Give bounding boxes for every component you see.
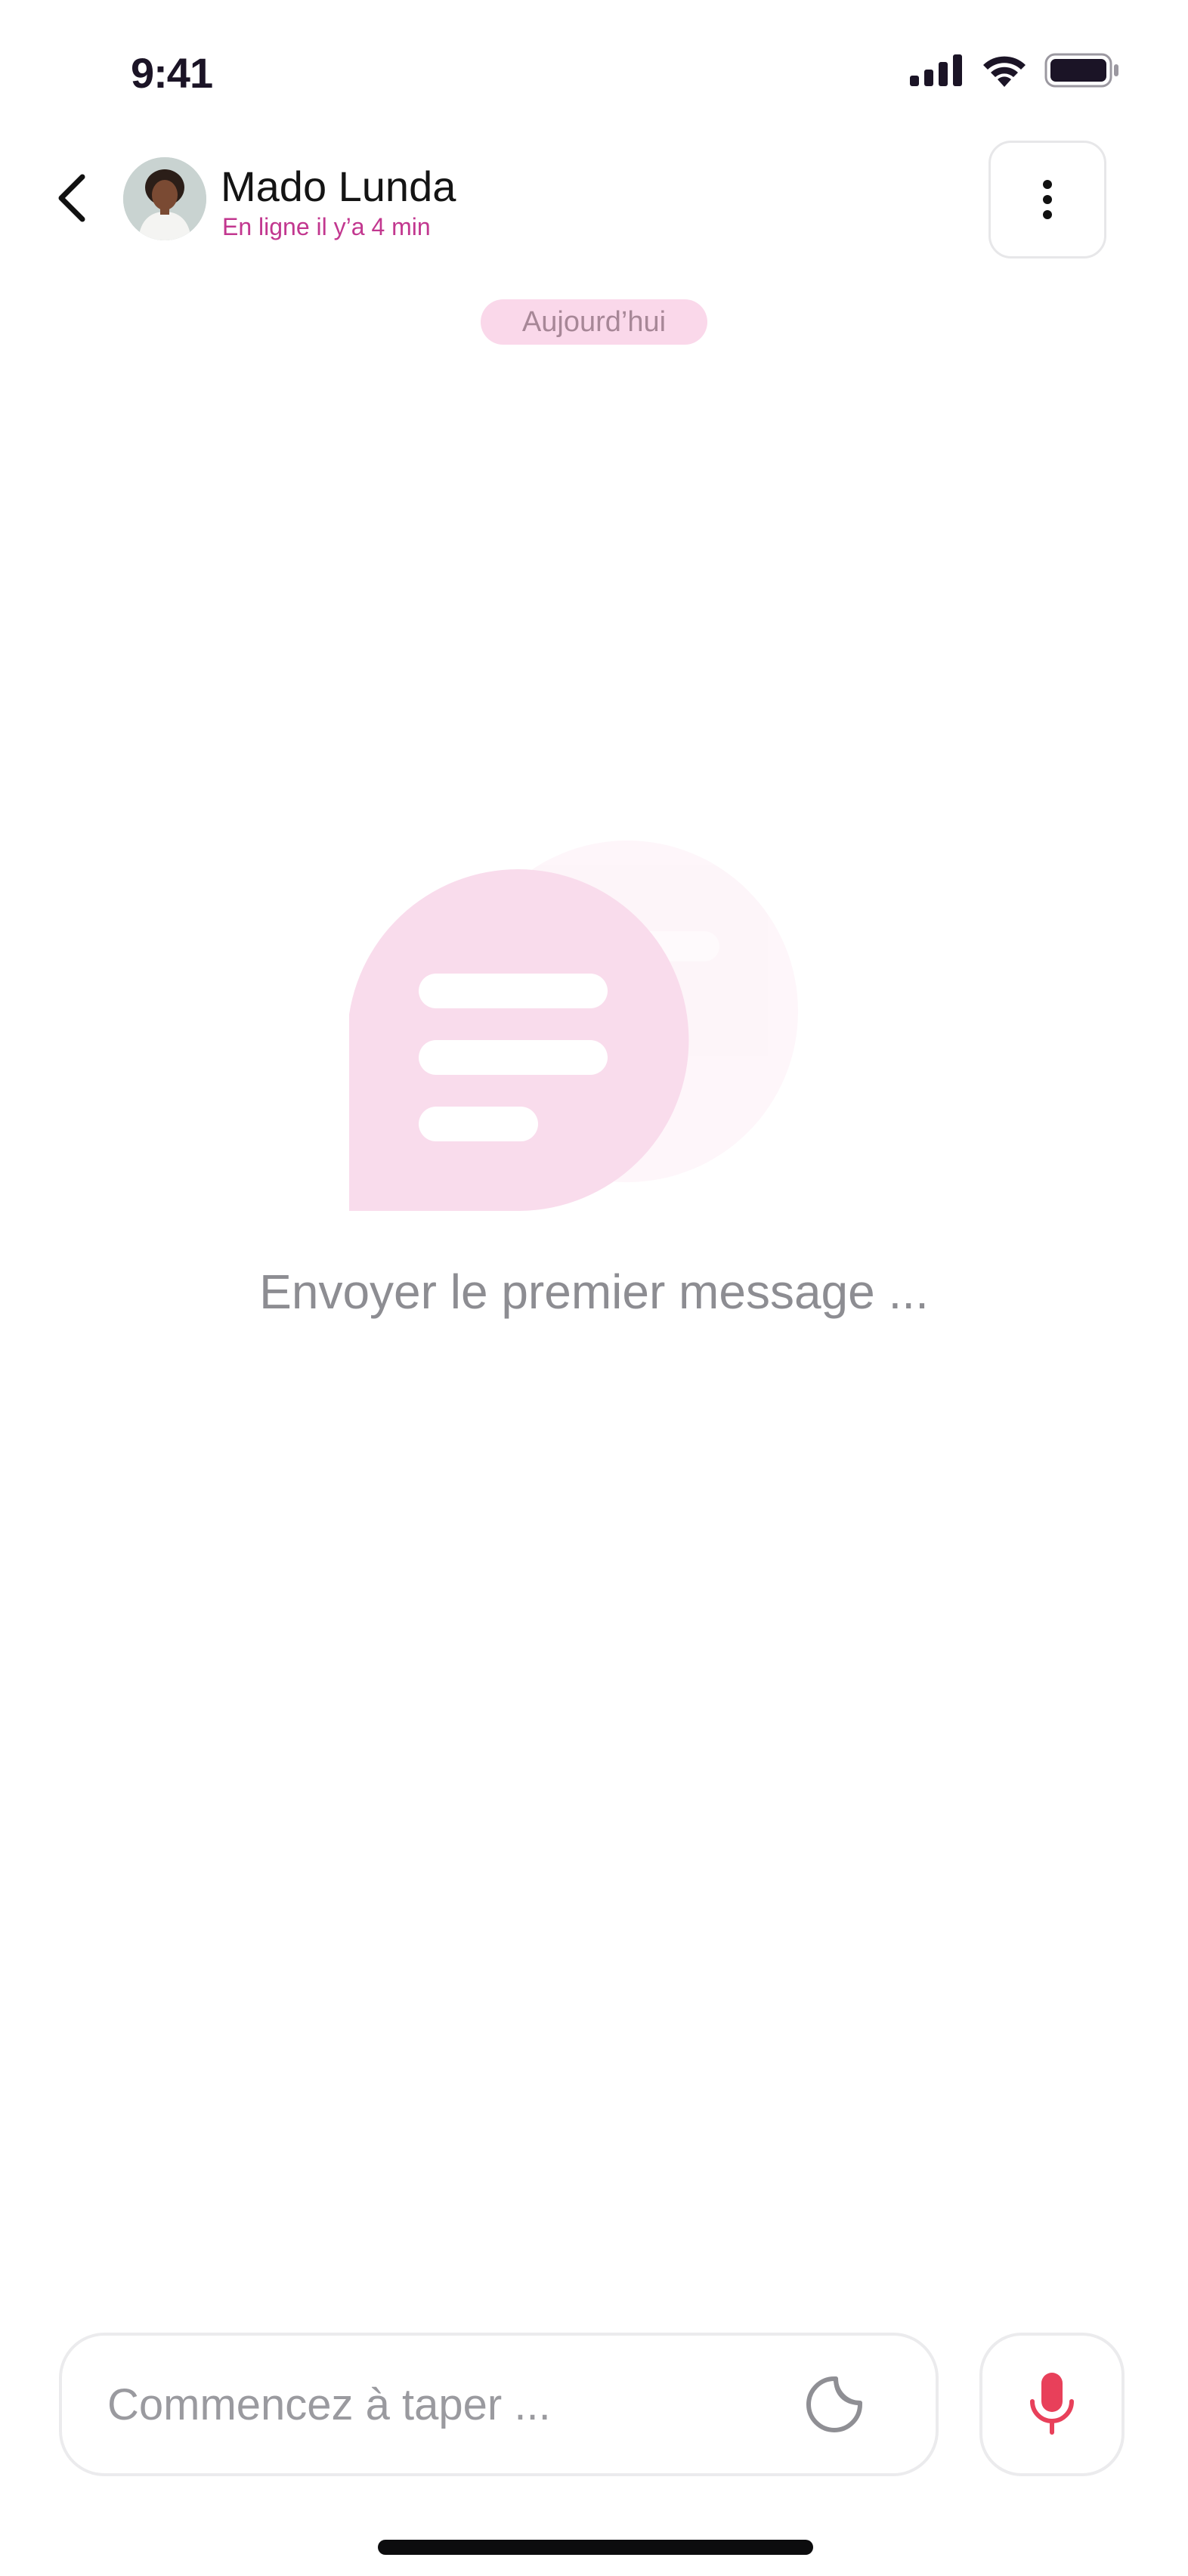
- message-composer: [59, 2333, 939, 2476]
- avatar-portrait-icon: [123, 157, 206, 240]
- avatar[interactable]: [123, 157, 206, 240]
- chat-bubble-icon: [349, 841, 798, 1211]
- back-button[interactable]: [45, 168, 98, 228]
- battery-icon: [1044, 53, 1118, 88]
- date-separator: Aujourd’hui: [481, 299, 707, 345]
- contact-name[interactable]: Mado Lunda: [221, 162, 456, 211]
- microphone-icon: [1030, 2373, 1074, 2435]
- wifi-icon: [983, 56, 1026, 87]
- contact-status: En ligne il y’a 4 min: [222, 213, 431, 240]
- empty-state-message: Envoyer le premier message ...: [259, 1265, 929, 1319]
- cellular-signal-icon: [910, 54, 962, 86]
- home-indicator[interactable]: [378, 2540, 813, 2555]
- sticker-icon: [806, 2376, 862, 2432]
- vertical-dots-icon: [1043, 180, 1052, 219]
- more-options-button[interactable]: [988, 141, 1106, 259]
- empty-state-illustration: [349, 841, 803, 1218]
- voice-message-button[interactable]: [979, 2333, 1125, 2476]
- status-icons: [910, 53, 1120, 88]
- message-input[interactable]: [107, 2379, 772, 2430]
- sticker-button[interactable]: [800, 2370, 869, 2439]
- status-time: 9:41: [131, 49, 213, 97]
- chevron-left-icon: [58, 174, 85, 222]
